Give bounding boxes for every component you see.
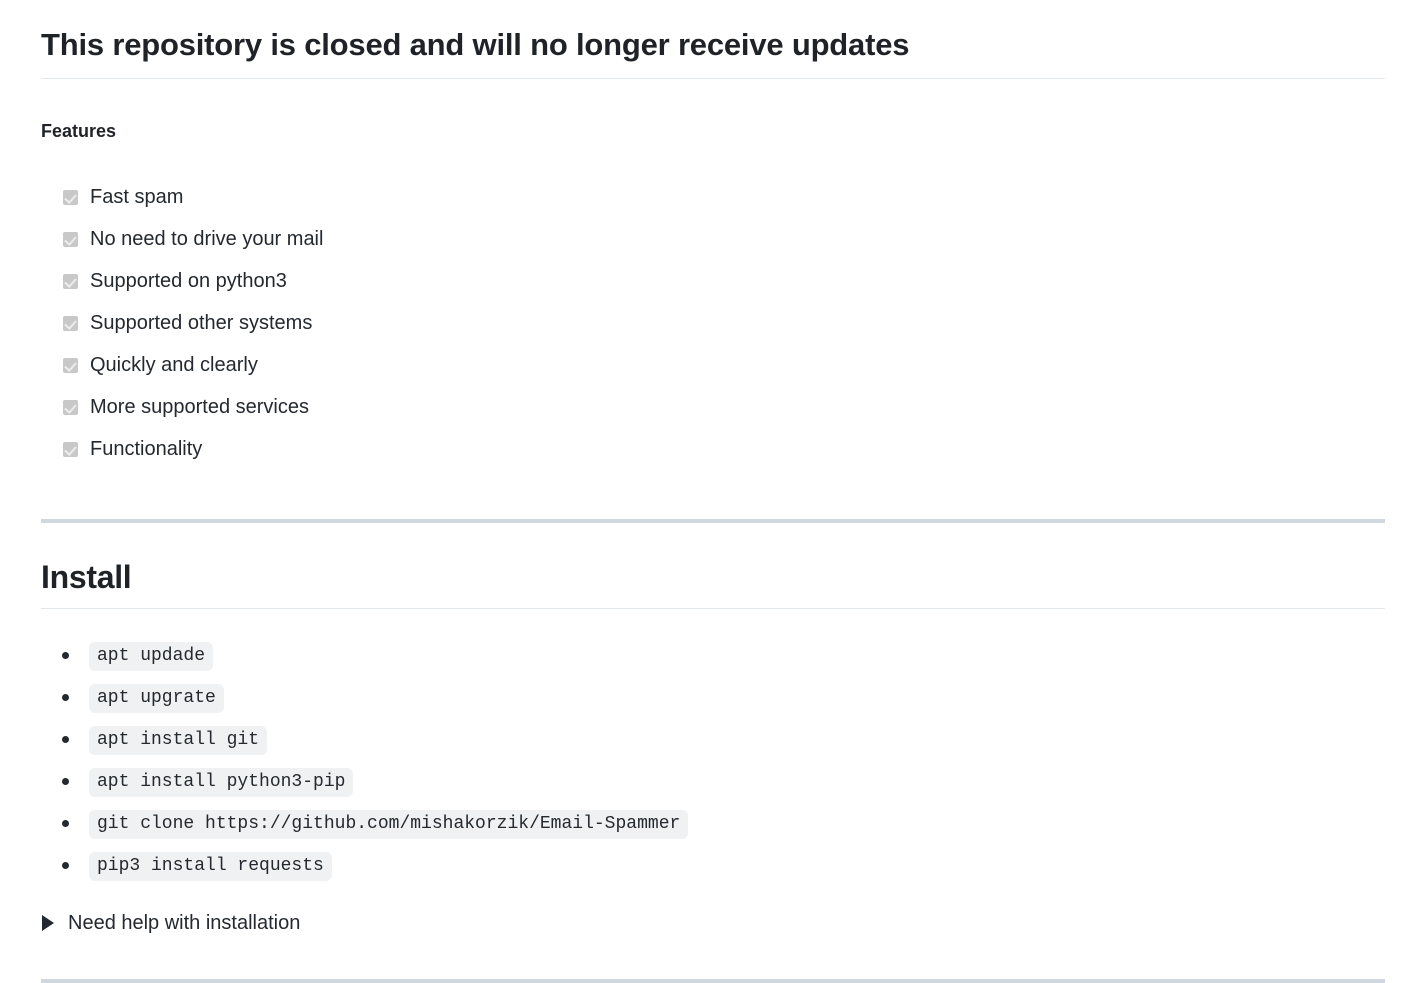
- checkbox-checked-icon[interactable]: [63, 273, 78, 289]
- list-item: git clone https://github.com/mishakorzik…: [41, 803, 1387, 845]
- install-command[interactable]: apt install python3-pip: [89, 767, 354, 797]
- task-list-item-label: Functionality: [90, 438, 203, 461]
- task-list-item: More supported services: [41, 386, 1387, 428]
- install-command[interactable]: pip3 install requests: [89, 851, 332, 881]
- checkbox-checked-icon[interactable]: [63, 231, 78, 247]
- bullet-icon: [62, 694, 69, 702]
- list-item: apt install python3-pip: [41, 761, 1387, 803]
- install-command[interactable]: apt upgrate: [89, 683, 224, 713]
- install-heading: Install: [41, 547, 1385, 610]
- bullet-icon: [62, 862, 69, 870]
- task-list-item-label: Supported other systems: [90, 312, 313, 335]
- task-list-item-label: Fast spam: [90, 186, 184, 209]
- task-list-item: Supported on python3: [41, 260, 1387, 302]
- install-command-list: apt updade apt upgrate apt install git a…: [41, 609, 1387, 887]
- checkbox-checked-icon[interactable]: [63, 315, 78, 331]
- list-item: apt install git: [41, 719, 1387, 761]
- install-command[interactable]: git clone https://github.com/mishakorzik…: [89, 809, 689, 839]
- task-list-item-label: No need to drive your mail: [90, 228, 324, 251]
- task-list-item-label: Supported on python3: [90, 270, 287, 293]
- checkbox-checked-icon[interactable]: [63, 357, 78, 373]
- checkbox-checked-icon[interactable]: [63, 189, 78, 205]
- install-command[interactable]: apt install git: [89, 725, 268, 755]
- task-list-item-label: More supported services: [90, 396, 309, 419]
- triangle-right-icon[interactable]: [42, 915, 54, 932]
- task-list-item-label: Quickly and clearly: [90, 354, 258, 377]
- bullet-icon: [62, 736, 69, 744]
- list-item: apt upgrate: [41, 677, 1387, 719]
- task-list-item: Supported other systems: [41, 302, 1387, 344]
- list-item: pip3 install requests: [41, 845, 1387, 887]
- bullet-icon: [62, 652, 69, 660]
- features-heading: Features: [41, 120, 117, 141]
- install-command[interactable]: apt updade: [89, 641, 214, 671]
- bullet-icon: [62, 778, 69, 786]
- details-summary-label: Need help with installation: [68, 912, 301, 935]
- task-list-item: Fast spam: [41, 176, 1387, 218]
- task-list-item: No need to drive your mail: [41, 218, 1387, 260]
- readme-container: This repository is closed and will no lo…: [0, 0, 1428, 983]
- list-item: apt updade: [41, 635, 1387, 677]
- checkbox-checked-icon[interactable]: [63, 399, 78, 415]
- section-divider-bottom: [41, 979, 1385, 983]
- page-title: This repository is closed and will no lo…: [41, 0, 1385, 79]
- checkbox-checked-icon[interactable]: [63, 441, 78, 457]
- task-list-item: Functionality: [41, 428, 1387, 470]
- features-task-list: Fast spam No need to drive your mail Sup…: [41, 142, 1387, 470]
- task-list-item: Quickly and clearly: [41, 344, 1387, 386]
- details-summary-need-help[interactable]: Need help with installation: [41, 887, 1387, 937]
- bullet-icon: [62, 820, 69, 828]
